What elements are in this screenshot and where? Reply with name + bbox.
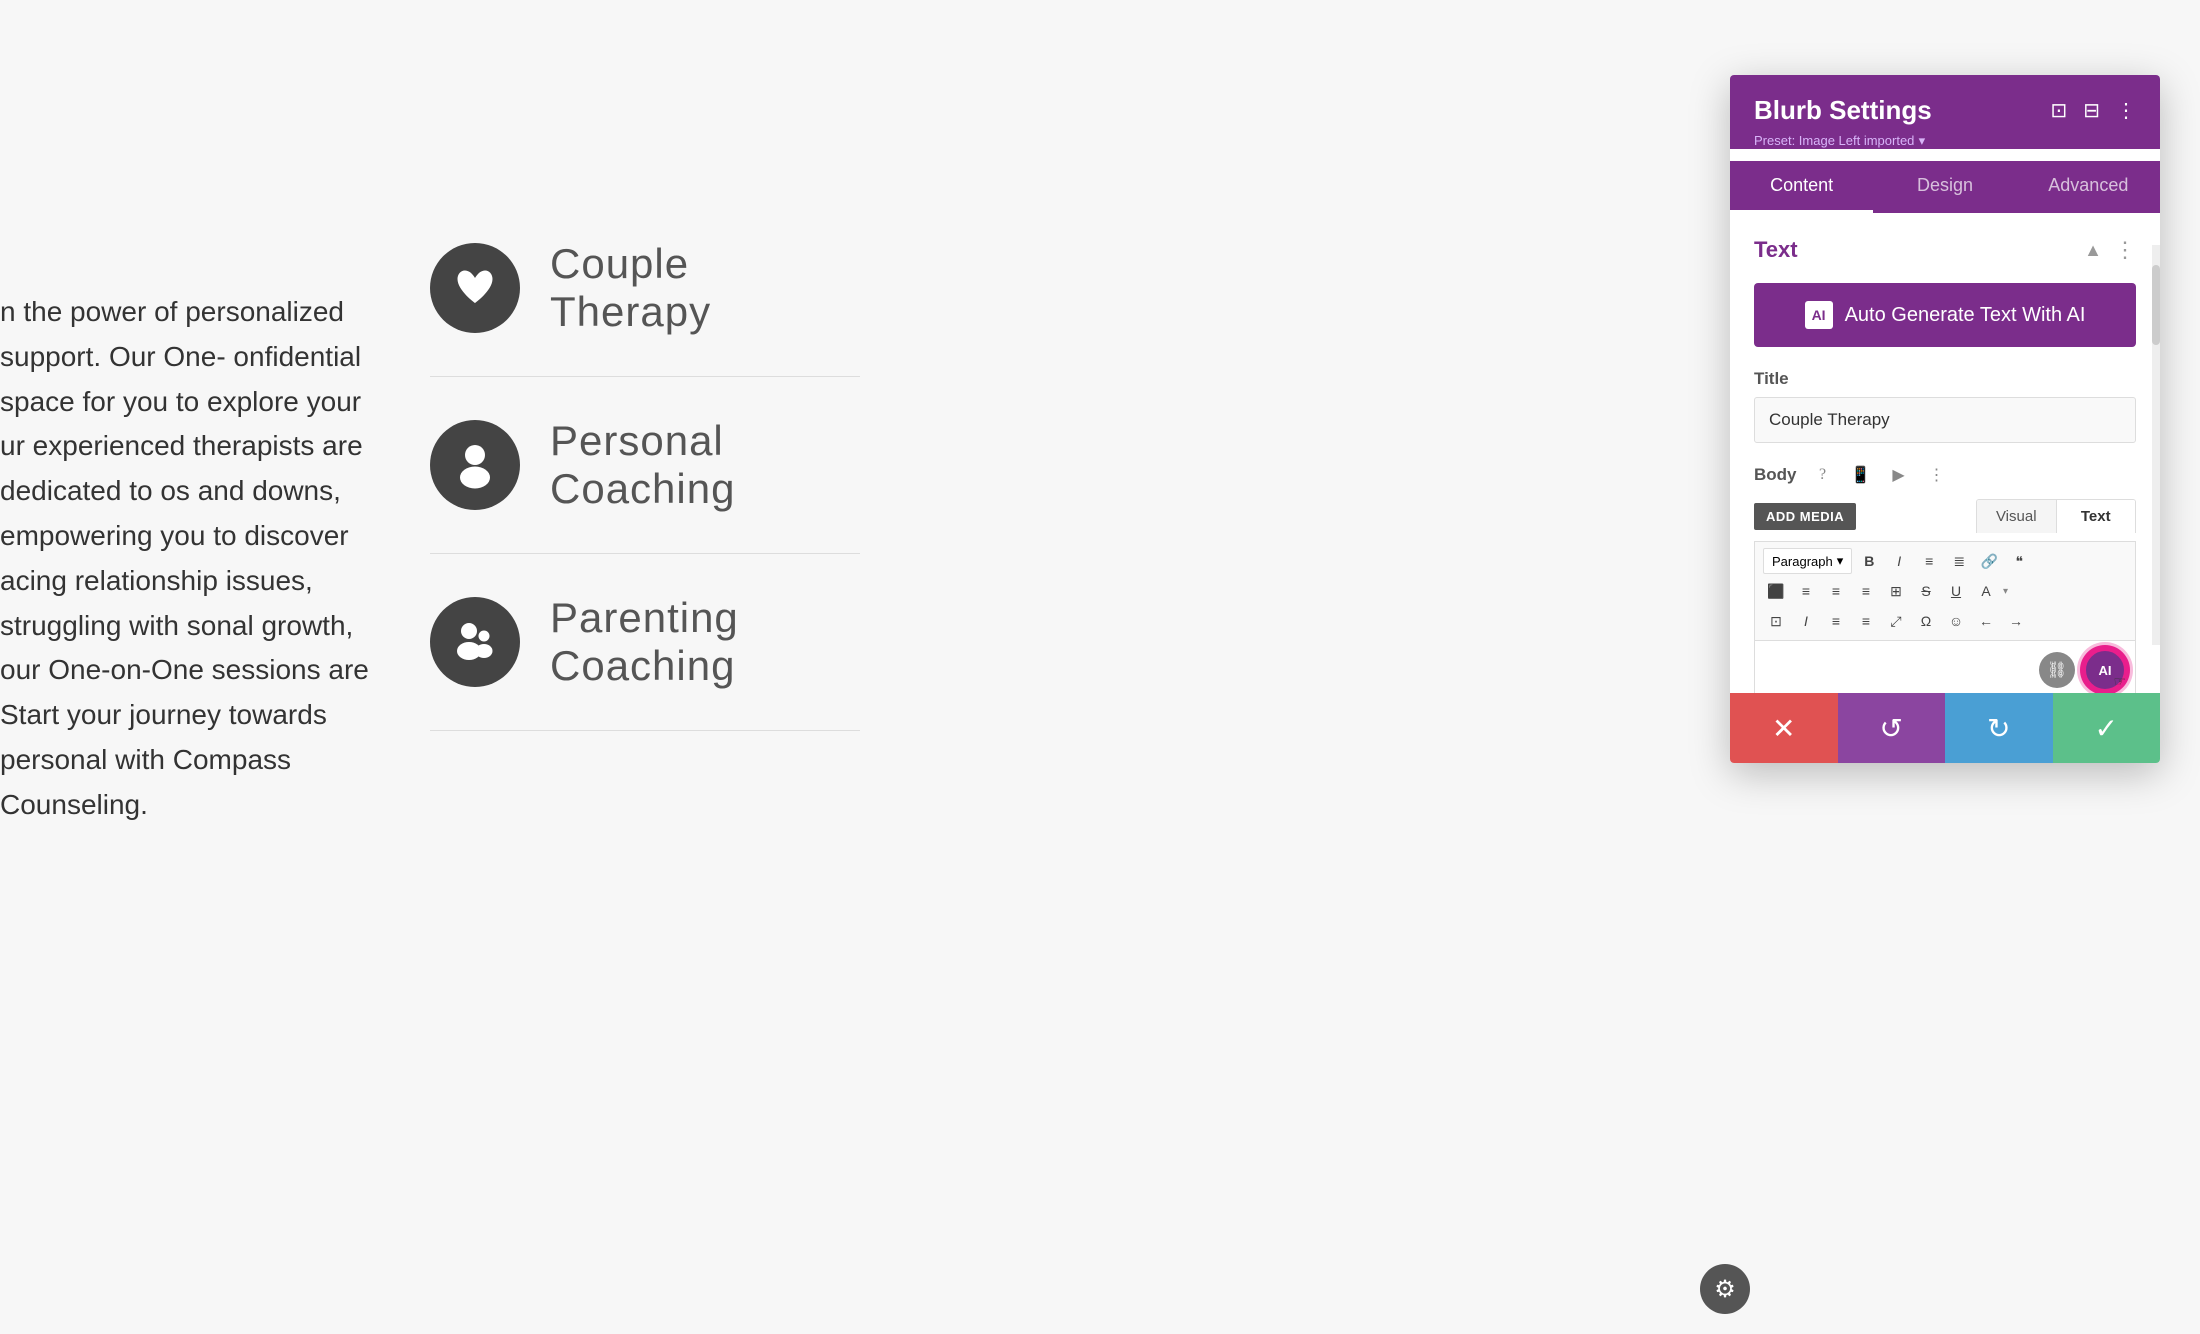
preset-label: Preset: Image Left imported [1754,133,1914,148]
special-chars-button[interactable]: Ω [1913,608,1939,634]
ai-circle-container: ⛓ AI ☞ 1 [2039,648,2127,692]
title-field-label: Title [1754,369,2136,389]
outdent-button[interactable]: ≡ [1853,608,1879,634]
settings-wheel-button[interactable]: ⚙ [1700,1264,1750,1314]
ai-button-icon: AI [1805,301,1833,329]
heart-icon [450,263,500,313]
section-more-icon[interactable]: ⋮ [2114,237,2136,263]
ai-icon-text: AI [1812,307,1826,323]
toolbar-row-2: ⬛ ≡ ≡ ≡ ⊞ S U A ▾ [1763,578,2127,604]
fullscreen-icon[interactable]: ⊡ [2050,98,2067,123]
justify-button[interactable]: ≡ [1853,578,1879,604]
collapse-icon[interactable]: ▲ [2084,240,2102,261]
add-media-button[interactable]: ADD MEDIA [1754,503,1856,530]
section-header-right: ▲ ⋮ [2084,237,2136,263]
panel-tabs: Content Design Advanced [1730,161,2160,213]
indent-button[interactable]: ≡ [1823,608,1849,634]
text-section-header: Text ▲ ⋮ [1754,237,2136,263]
blurb-settings-panel: Blurb Settings ⊡ ⊟ ⋮ Preset: Image Left … [1730,75,2160,763]
personal-coaching-icon [430,420,520,510]
redo-button[interactable]: ↻ [1945,693,2053,763]
service-item-parenting-coaching: Parenting Coaching [430,554,860,731]
font-color-button[interactable]: A [1973,578,1999,604]
body-more-icon[interactable]: ⋮ [1923,461,1951,489]
toolbar-row-3: ⊡ I ≡ ≡ ⤢ Ω ☺ ← → [1763,608,2127,634]
ai-circle-button[interactable]: AI ☞ [2083,648,2127,692]
action-bar: ✕ ↺ ↻ ✓ [1730,693,2160,763]
editor-toolbar: Paragraph ▾ B I ≡ ≣ 🔗 ❝ ⬛ ≡ ≡ ≡ ⊞ S U A … [1754,541,2136,641]
panel-header-icons: ⊡ ⊟ ⋮ [2050,98,2136,123]
align-right-button[interactable]: ≡ [1823,578,1849,604]
paragraph-label: Paragraph [1772,554,1833,569]
copy-button[interactable]: ⊡ [1763,608,1789,634]
body-row: Body ? 📱 ▶ ⋮ [1754,461,2136,489]
link-button[interactable]: 🔗 [1976,548,2002,574]
parenting-coaching-icon [430,597,520,687]
settings-gear-icon: ⚙ [1714,1275,1736,1304]
tab-content[interactable]: Content [1730,161,1873,213]
panel-title: Blurb Settings [1754,95,1932,126]
ai-button-label: Auto Generate Text With AI [1845,304,2086,327]
layout-icon[interactable]: ⊟ [2083,98,2100,123]
cursor-icon: ☞ [2113,674,2126,691]
couple-therapy-icon [430,243,520,333]
scrollbar[interactable] [2152,245,2160,645]
align-center-button[interactable]: ≡ [1793,578,1819,604]
editor-area[interactable]: ⛓ AI ☞ 1 [1754,641,2136,701]
ai-circle-icon: AI [2099,663,2112,678]
tab-text[interactable]: Text [2057,500,2136,533]
ai-generate-button[interactable]: AI Auto Generate Text With AI [1754,283,2136,347]
help-icon[interactable]: ? [1809,461,1837,489]
body-text: n the power of personalized support. Our… [0,290,380,828]
emoji-button[interactable]: ☺ [1943,608,1969,634]
panel-header-top: Blurb Settings ⊡ ⊟ ⋮ [1754,95,2136,126]
strikethrough-button[interactable]: S [1913,578,1939,604]
ordered-list-button[interactable]: ≣ [1946,548,1972,574]
blockquote-button[interactable]: ❝ [2006,548,2032,574]
unordered-list-button[interactable]: ≡ [1916,548,1942,574]
underline-button[interactable]: U [1943,578,1969,604]
mobile-icon[interactable]: 📱 [1847,461,1875,489]
panel-body: Text ▲ ⋮ AI Auto Generate Text With AI T… [1730,213,2160,725]
preset-arrow: ▾ [1919,133,1926,148]
table-button[interactable]: ⊞ [1883,578,1909,604]
body-icons: ? 📱 ▶ ⋮ [1809,461,1951,489]
service-item-personal-coaching: Personal Coaching [430,377,860,554]
couple-therapy-label: Couple Therapy [550,240,860,336]
text-section-title: Text [1754,237,1798,263]
align-left-button[interactable]: ⬛ [1763,578,1789,604]
parenting-coaching-label: Parenting Coaching [550,594,860,690]
panel-header: Blurb Settings ⊡ ⊟ ⋮ Preset: Image Left … [1730,75,2160,149]
italic-button[interactable]: I [1886,548,1912,574]
bold-button[interactable]: B [1856,548,1882,574]
tab-design[interactable]: Design [1873,161,2016,213]
undo-button[interactable]: ↺ [1838,693,1946,763]
personal-coaching-label: Personal Coaching [550,417,860,513]
more-options-icon[interactable]: ⋮ [2116,98,2136,123]
toolbar-row-1: Paragraph ▾ B I ≡ ≣ 🔗 ❝ [1763,548,2127,574]
body-field-label: Body [1754,465,1797,485]
italic2-button[interactable]: I [1793,608,1819,634]
services-list: Couple Therapy Personal Coaching Parenti… [430,200,860,731]
play-icon[interactable]: ▶ [1885,461,1913,489]
undo-editor-button[interactable]: ← [1973,608,1999,634]
tab-visual[interactable]: Visual [1977,500,2057,533]
title-input[interactable] [1754,397,2136,443]
people-icon [450,617,500,667]
person-icon [450,440,500,490]
panel-preset[interactable]: Preset: Image Left imported ▾ [1754,132,2136,149]
color-arrow: ▾ [2003,586,2008,597]
scrollbar-thumb[interactable] [2152,265,2160,345]
paragraph-arrow: ▾ [1837,553,1844,569]
cancel-button[interactable]: ✕ [1730,693,1838,763]
paragraph-select[interactable]: Paragraph ▾ [1763,548,1852,574]
service-item-couple-therapy: Couple Therapy [430,200,860,377]
tab-advanced[interactable]: Advanced [2017,161,2160,213]
redo-editor-button[interactable]: → [2003,608,2029,634]
confirm-button[interactable]: ✓ [2053,693,2161,763]
chain-button[interactable]: ⛓ [2039,652,2075,688]
editor-tabs: Visual Text [1976,499,2136,533]
fullscreen-editor-button[interactable]: ⤢ [1883,608,1909,634]
